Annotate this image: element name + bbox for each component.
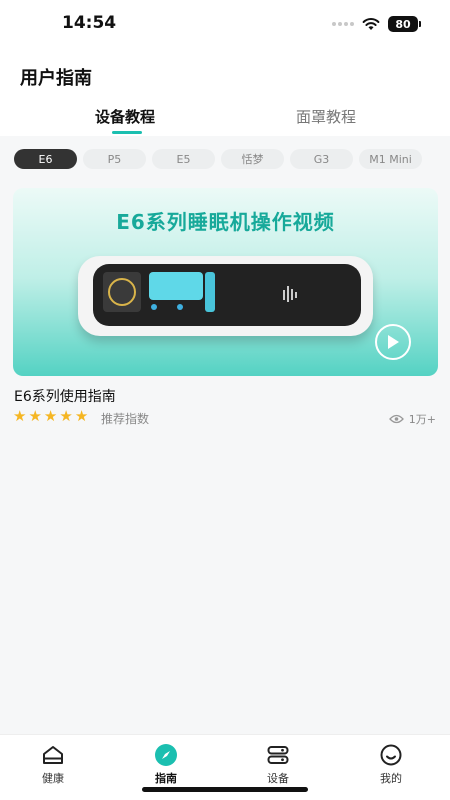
battery-icon: 80	[388, 16, 421, 32]
compass-icon	[154, 743, 178, 767]
chip-g3[interactable]: G3	[290, 149, 353, 169]
view-count-text: 1万+	[408, 413, 436, 426]
chip-tianmeng[interactable]: 恬梦	[221, 149, 284, 169]
home-indicator	[142, 787, 308, 792]
cellular-signal-icon	[332, 22, 354, 26]
active-tab-indicator	[112, 131, 142, 134]
video-heading: E6系列睡眠机操作视频	[116, 210, 335, 234]
chip-e6[interactable]: E6	[14, 149, 77, 169]
model-chips: E6 P5 E5 恬梦 G3 M1 Mini	[14, 149, 422, 169]
chip-m1-mini[interactable]: M1 Mini	[359, 149, 422, 169]
nav-health[interactable]: 健康	[23, 743, 83, 786]
star-icon: ★	[13, 407, 27, 425]
play-button[interactable]	[375, 324, 411, 360]
nav-health-label: 健康	[42, 772, 64, 785]
nav-profile[interactable]: 我的	[361, 743, 421, 786]
video-card[interactable]: E6系列睡眠机操作视频	[13, 188, 438, 376]
chip-e5[interactable]: E5	[152, 149, 215, 169]
status-indicators: 80	[332, 16, 421, 32]
nav-device[interactable]: 设备	[248, 743, 308, 786]
view-count: 1万+	[388, 411, 436, 427]
star-icon: ★	[28, 407, 42, 425]
wifi-icon	[362, 18, 380, 30]
guide-title[interactable]: E6系列使用指南	[14, 386, 116, 406]
top-tabs: 设备教程 面罩教程	[0, 100, 450, 136]
tab-mask-tutorial[interactable]: 面罩教程	[296, 106, 356, 127]
profile-icon	[379, 743, 403, 767]
tab-device-tutorial[interactable]: 设备教程	[95, 106, 155, 127]
screen: 14:54 80 用户指南 设备教程 面罩教程 E6 P5 E5 恬梦 G3 M…	[0, 0, 450, 800]
home-icon	[41, 743, 65, 767]
nav-profile-label: 我的	[380, 772, 402, 785]
nav-guide-label: 指南	[155, 772, 177, 785]
eye-icon	[388, 414, 404, 424]
device-icon	[266, 743, 290, 767]
chip-p5[interactable]: P5	[83, 149, 146, 169]
star-icon: ★	[43, 407, 58, 425]
play-icon	[388, 335, 399, 349]
device-screen	[93, 264, 361, 326]
rating-stars: ★ ★ ★ ★ ★	[13, 409, 88, 424]
status-bar: 14:54 80	[0, 0, 450, 48]
nav-guide[interactable]: 指南	[136, 743, 196, 786]
star-icon: ★	[59, 407, 73, 425]
status-time: 14:54	[62, 13, 117, 33]
device-logo-icon	[283, 286, 297, 302]
nav-device-label: 设备	[267, 772, 289, 785]
device-image	[78, 256, 373, 336]
page-title: 用户指南	[20, 68, 92, 89]
star-icon: ★	[74, 407, 89, 425]
rating-label: 推荐指数	[101, 412, 150, 426]
